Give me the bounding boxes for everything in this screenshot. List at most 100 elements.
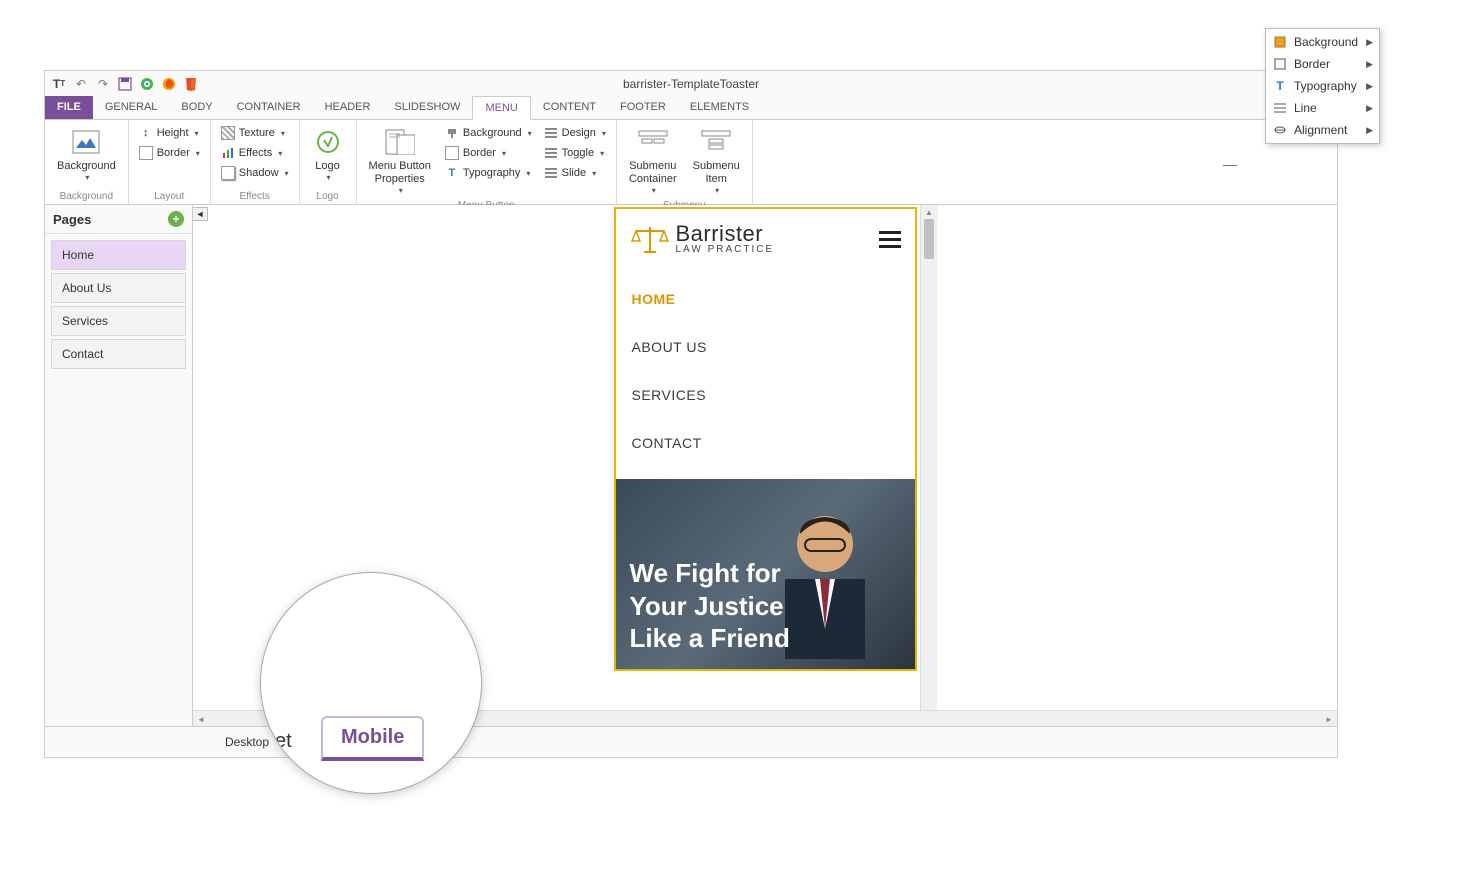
context-menu: Background ▶ Border ▶ T Typography ▶ Lin… [1265, 28, 1380, 144]
page-item-contact[interactable]: Contact [51, 339, 186, 369]
logo-button[interactable]: Logo [306, 124, 350, 185]
app-window: TT ↶ ↷ barrister-TemplateToaster FILE GE… [44, 70, 1338, 758]
undo-icon[interactable]: ↶ [73, 76, 89, 92]
hamburger-icon[interactable] [879, 231, 901, 248]
mb-background-button[interactable]: Background [441, 124, 536, 142]
hero-section: We Fight for Your Justice Like a Friend [616, 479, 915, 669]
tab-general[interactable]: GENERAL [93, 96, 170, 119]
group-effects: Texture Effects Shadow Effects [211, 120, 300, 204]
mb-slide-button[interactable]: Slide [540, 164, 610, 182]
tab-menu[interactable]: MENU [472, 96, 530, 120]
background-button[interactable]: Background [51, 124, 122, 185]
group-submenu: Submenu Container Submenu Item Submenu [617, 120, 753, 204]
shadow-button[interactable]: Shadow [217, 164, 293, 182]
fill-icon [1272, 34, 1288, 50]
menu-item-contact[interactable]: CONTACT [616, 419, 915, 467]
mb-design-button[interactable]: Design [540, 124, 610, 142]
mb-toggle-button[interactable]: Toggle [540, 144, 610, 162]
typography-icon: T [1272, 78, 1288, 94]
submenu-container-label: Submenu Container [629, 160, 677, 186]
effects-button[interactable]: Effects [217, 144, 293, 162]
menu-button-props[interactable]: Menu Button Properties [363, 124, 437, 198]
page-item-about[interactable]: About Us [51, 273, 186, 303]
tab-content[interactable]: CONTENT [531, 96, 608, 119]
page-item-home[interactable]: Home [51, 240, 186, 270]
line-icon [1272, 100, 1288, 116]
border-icon [1272, 56, 1288, 72]
firefox-icon[interactable] [161, 76, 177, 92]
menu-item-services[interactable]: SERVICES [616, 371, 915, 419]
scroll-thumb-v[interactable] [924, 219, 934, 259]
save-icon[interactable] [117, 76, 133, 92]
alignment-icon [1272, 122, 1288, 138]
group-background-label: Background [60, 191, 113, 202]
mobile-preview[interactable]: Barrister LAW PRACTICE HOME ABOUT US SER… [614, 207, 917, 671]
submenu-arrow-icon: ▶ [1366, 37, 1373, 48]
background-button-label: Background [57, 160, 116, 173]
tab-slideshow[interactable]: SLIDESHOW [382, 96, 472, 119]
app-title: barrister-TemplateToaster [45, 77, 1337, 91]
page-item-services[interactable]: Services [51, 306, 186, 336]
html5-icon[interactable] [183, 76, 199, 92]
group-effects-label: Effects [239, 191, 269, 202]
scroll-up[interactable]: ▲ [921, 205, 938, 219]
toggle-icon [544, 146, 558, 160]
paint-icon [445, 126, 459, 140]
texture-button[interactable]: Texture [217, 124, 293, 142]
redo-icon[interactable]: ↷ [95, 76, 111, 92]
ribbon-tabs: FILE GENERAL BODY CONTAINER HEADER SLIDE… [45, 96, 1337, 120]
tab-body[interactable]: BODY [169, 96, 224, 119]
add-page-button[interactable]: + [168, 211, 184, 227]
tab-elements[interactable]: ELEMENTS [678, 96, 761, 119]
collapse-sidebar-handle[interactable]: ◄ [193, 207, 208, 221]
scroll-right[interactable]: ► [1321, 711, 1337, 726]
viewport-desktop[interactable]: Desktop [225, 735, 269, 749]
tab-header[interactable]: HEADER [313, 96, 383, 119]
submenu-item-label: Submenu Item [693, 160, 740, 186]
brand-name: Barrister [676, 223, 775, 245]
submenu-container-button[interactable]: Submenu Container [623, 124, 683, 198]
brand-logo: Barrister LAW PRACTICE [630, 223, 775, 255]
group-background: Background Background [45, 120, 129, 204]
tablet-fragment: et [275, 730, 292, 753]
ctx-typography[interactable]: T Typography ▶ [1266, 75, 1379, 97]
brand-row: Barrister LAW PRACTICE [616, 209, 915, 263]
group-logo: Logo Logo [300, 120, 357, 204]
ribbon-panel: Background Background ↕ Height Border [45, 120, 1337, 205]
sidebar-header: Pages + [45, 205, 192, 234]
ctx-line[interactable]: Line ▶ [1266, 97, 1379, 119]
menu-item-home[interactable]: HOME [616, 275, 915, 323]
sidebar-title: Pages [53, 212, 91, 227]
border-icon [139, 146, 153, 160]
quick-access-bar: TT ↶ ↷ barrister-TemplateToaster [45, 71, 1337, 96]
chrome-icon[interactable] [139, 76, 155, 92]
tab-container[interactable]: CONTAINER [225, 96, 313, 119]
group-logo-label: Logo [316, 191, 338, 202]
textcase-icon[interactable]: TT [51, 76, 67, 92]
ctx-border[interactable]: Border ▶ [1266, 53, 1379, 75]
tab-footer[interactable]: FOOTER [608, 96, 678, 119]
ctx-alignment[interactable]: Alignment ▶ [1266, 119, 1379, 141]
tab-file[interactable]: FILE [45, 96, 93, 119]
pages-sidebar: Pages + Home About Us Services Contact [45, 205, 193, 726]
status-bar: Desktop [45, 726, 1337, 756]
viewport-mobile-zoomed[interactable]: Mobile [321, 716, 424, 761]
typography-icon: T [445, 166, 459, 180]
border-icon [445, 146, 459, 160]
scroll-left[interactable]: ◄ [193, 711, 209, 726]
vertical-scroll[interactable]: ▲ ▼ [920, 205, 937, 726]
brand-sub: LAW PRACTICE [676, 245, 775, 255]
submenu-arrow-icon: ▶ [1366, 81, 1373, 92]
mb-border-button[interactable]: Border [441, 144, 536, 162]
height-button[interactable]: ↕ Height [135, 124, 204, 142]
submenu-arrow-icon: ▶ [1366, 103, 1373, 114]
layout-border-button[interactable]: Border [135, 144, 204, 162]
mobile-menu: HOME ABOUT US SERVICES CONTACT [616, 263, 915, 479]
mb-typography-button[interactable]: T Typography [441, 164, 536, 182]
main-area: Pages + Home About Us Services Contact ◄ [45, 205, 1337, 726]
submenu-item-button[interactable]: Submenu Item [687, 124, 746, 198]
slide-icon [544, 166, 558, 180]
menu-item-about[interactable]: ABOUT US [616, 323, 915, 371]
ctx-background[interactable]: Background ▶ [1266, 31, 1379, 53]
group-layout: ↕ Height Border Layout [129, 120, 211, 204]
